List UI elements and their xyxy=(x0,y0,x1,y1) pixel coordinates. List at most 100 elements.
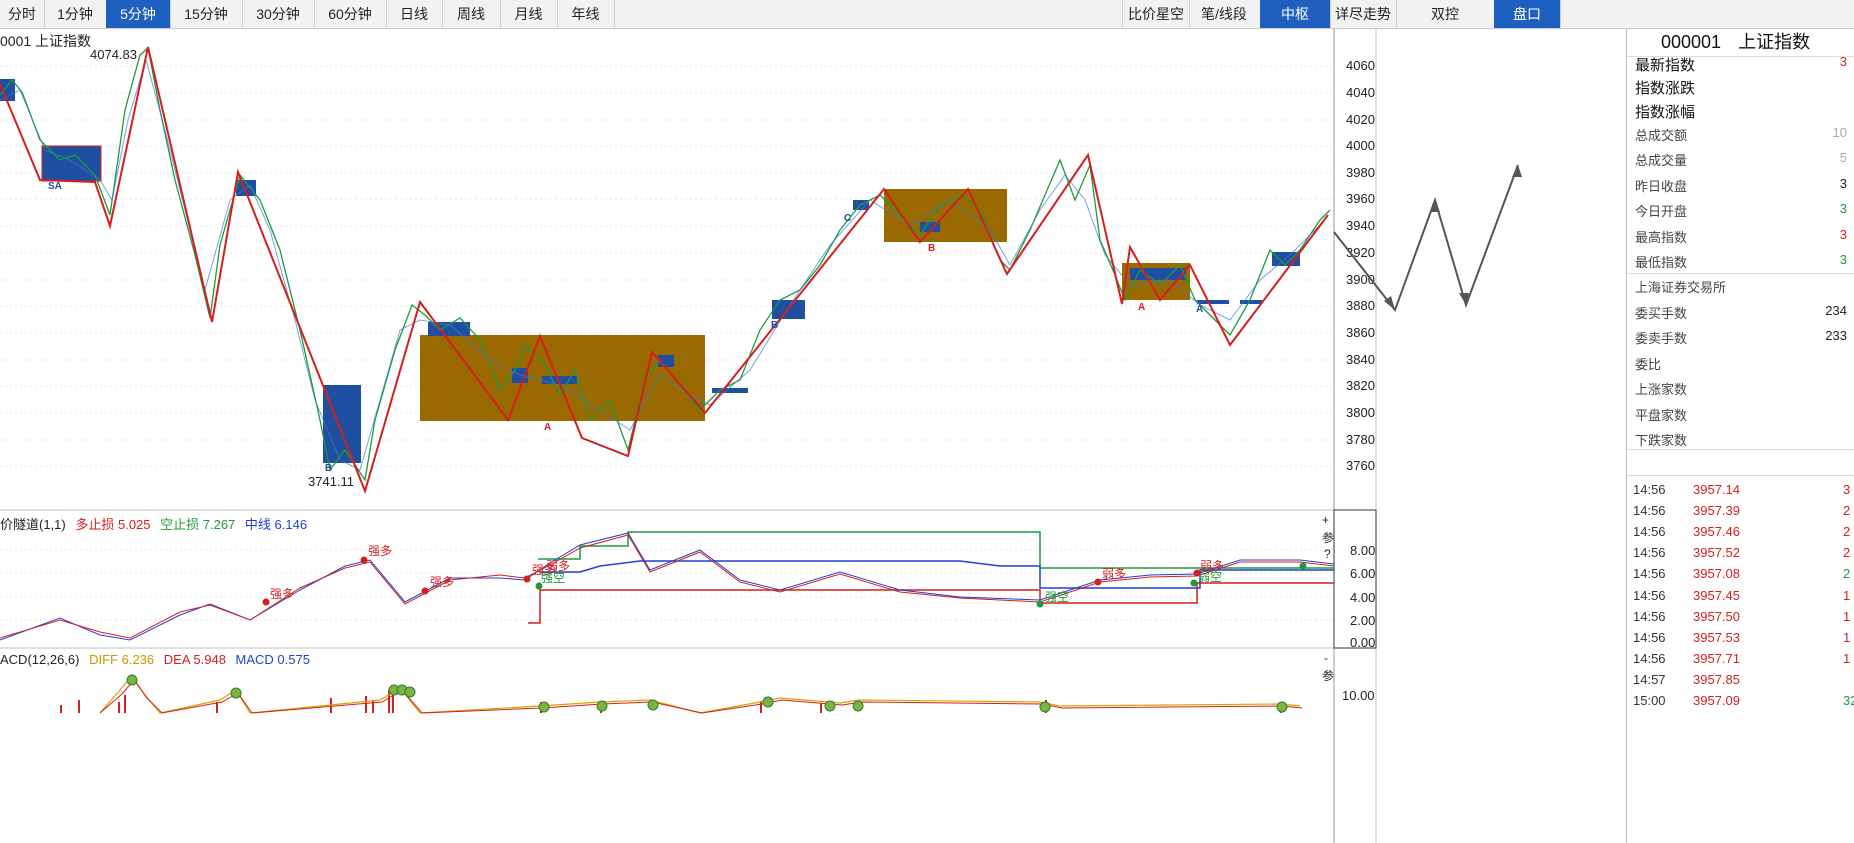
tick-row: 14:56 3957.14 3 xyxy=(1633,482,1851,497)
ind2-minus-button: - xyxy=(1324,651,1328,665)
tab-weekly[interactable]: 周线 xyxy=(442,0,501,28)
quote-row-prev-close: 昨日收盘 3 xyxy=(1635,176,1847,194)
exchange-name: 上海证券交易所 xyxy=(1635,280,1727,295)
tab-pankou[interactable]: 盘口 xyxy=(1494,0,1561,28)
ind1-plus-button: + xyxy=(1322,513,1329,527)
tab-bijia-xingkong[interactable]: 比价星空 xyxy=(1122,0,1190,28)
price-tick: 3840 xyxy=(1346,352,1375,367)
panel-divider xyxy=(1627,475,1854,476)
price-tick: 4020 xyxy=(1346,112,1375,127)
period-toolbar: 分时 1分钟 5分钟 15分钟 30分钟 60分钟 日线 周线 月线 年线 比价… xyxy=(0,0,1854,29)
macd-dea-line xyxy=(99,679,1303,714)
tab-15min[interactable]: 15分钟 xyxy=(170,0,243,28)
quote-title: 000001 上证指数 xyxy=(1627,29,1854,57)
tick-row: 14:56 3957.46 2 xyxy=(1633,524,1851,539)
mark-b: B xyxy=(325,463,332,474)
panel-divider xyxy=(1627,273,1854,274)
price-tick: 3860 xyxy=(1346,325,1375,340)
kline-chart-area[interactable]: 4060 4040 4020 4000 3980 3960 3940 3920 … xyxy=(0,29,1578,843)
tab-daily[interactable]: 日线 xyxy=(386,0,443,28)
ind2-diff: DIFF 6.236 xyxy=(89,652,155,667)
bsp-marks: SA B C B B A A A xyxy=(48,181,1203,474)
tunnel-dots xyxy=(262,556,1307,608)
stock-name: 上证指数 xyxy=(1738,32,1811,52)
tab-xiangjin-zoushi[interactable]: 详尽走势 xyxy=(1330,0,1397,28)
tag-strong-long: 强多 xyxy=(368,544,392,558)
tick-row: 14:56 3957.39 2 xyxy=(1633,503,1851,518)
quote-row-change-pct: 指数涨幅 xyxy=(1635,104,1696,121)
mark-c: C xyxy=(844,213,851,224)
panel-divider xyxy=(1627,449,1854,450)
tab-shuangkong[interactable]: 双控 xyxy=(1396,0,1495,28)
tab-fenshi[interactable]: 分时 xyxy=(0,0,45,28)
order-row-ask: 委卖手数 233 xyxy=(1635,328,1847,346)
quote-row-high: 最高指数 3 xyxy=(1635,227,1847,245)
tab-1min[interactable]: 1分钟 xyxy=(44,0,107,28)
price-tick: 3880 xyxy=(1346,298,1375,313)
indicator2-legend: ACD(12,26,6) DIFF 6.236 DEA 5.948 MACD 0… xyxy=(0,652,310,667)
price-tick: 4060 xyxy=(1346,58,1375,73)
tick-row: 14:57 3957.85 xyxy=(1633,672,1740,687)
ind1-param-button: 参 xyxy=(1322,530,1334,545)
tick-row: 15:003957.0932 xyxy=(1633,693,1854,708)
tag-weak-long: 弱多 xyxy=(1102,567,1126,581)
mark-sa: SA xyxy=(48,181,62,192)
tag-strong-short: 强空 xyxy=(541,571,565,585)
order-row-flat-count: 平盘家数 xyxy=(1635,408,1688,423)
tick-row: 14:56 3957.53 1 xyxy=(1633,630,1851,645)
ind1-tick: 2.00 xyxy=(1350,613,1375,628)
quote-row-latest: 最新指数 3 xyxy=(1635,54,1847,74)
tab-60min[interactable]: 60分钟 xyxy=(314,0,387,28)
tab-yearly[interactable]: 年线 xyxy=(557,0,615,28)
order-row-up-count: 上涨家数 xyxy=(1635,382,1688,397)
tab-monthly[interactable]: 月线 xyxy=(500,0,558,28)
tag-strong-short: 强空 xyxy=(1045,590,1069,604)
high-label: 4074.83 xyxy=(90,47,137,62)
ind1-tick: 4.00 xyxy=(1350,590,1375,605)
ind2-param-button: 参 xyxy=(1322,668,1334,683)
tag-strong-long: 强多 xyxy=(430,575,454,589)
sub-box xyxy=(323,385,361,463)
mark-a: A xyxy=(1138,302,1145,313)
price-tick: 4000 xyxy=(1346,138,1375,153)
indicator1-legend: 价隧道(1,1) 多止损 5.025 空止损 7.267 中线 6.146 xyxy=(0,514,307,533)
quote-row-volume: 总成交量 5 xyxy=(1635,150,1847,168)
tick-row: 14:56 3957.52 2 xyxy=(1633,545,1851,560)
ind1-line xyxy=(0,532,1335,641)
price-tick: 3780 xyxy=(1346,432,1375,447)
quote-row-change: 指数涨跌 xyxy=(1635,80,1696,97)
quote-row-open: 今日开盘 3 xyxy=(1635,201,1847,219)
mark-a: A xyxy=(1196,304,1203,315)
ind1-tick: 0.00 xyxy=(1350,635,1375,650)
stock-code: 000001 xyxy=(1661,32,1722,52)
quote-row-low: 最低指数 3 xyxy=(1635,252,1847,270)
price-tick: 3760 xyxy=(1346,458,1375,473)
price-tick: 3940 xyxy=(1346,218,1375,233)
mark-b: B xyxy=(771,320,778,331)
quote-panel: 000001 上证指数 最新指数 3 指数涨跌 指数涨幅 总成交额 10 总成交量 5… xyxy=(1626,29,1854,843)
order-row-down-count: 下跌家数 xyxy=(1635,433,1688,448)
connector-arrowheads xyxy=(1384,165,1522,310)
connector-arrows xyxy=(1333,164,1519,313)
ind2-dea: DEA 5.948 xyxy=(163,652,226,667)
price-tick: 3800 xyxy=(1346,405,1375,420)
mark-a: A xyxy=(544,422,551,433)
tick-row: 14:56 3957.71 1 xyxy=(1633,651,1851,666)
tab-5min[interactable]: 5分钟 xyxy=(106,0,171,28)
ind1-tick: 8.00 xyxy=(1350,543,1375,558)
ind1-tick: 6.00 xyxy=(1350,566,1375,581)
ind1-help-button: ? xyxy=(1324,547,1331,561)
macd-markers xyxy=(126,674,1288,713)
tab-zhongshu[interactable]: 中枢 xyxy=(1260,0,1331,28)
tab-bi-xianduan[interactable]: 笔/线段 xyxy=(1188,0,1261,28)
price-tick: 3960 xyxy=(1346,191,1375,206)
ind2-name: ACD(12,26,6) xyxy=(0,652,80,667)
tick-row: 14:56 3957.45 1 xyxy=(1633,588,1851,603)
tab-30min[interactable]: 30分钟 xyxy=(242,0,315,28)
price-tick: 4040 xyxy=(1346,85,1375,100)
tag-weak-long: 弱多 xyxy=(1200,559,1224,573)
ind1-mid: 中线 6.146 xyxy=(244,517,308,532)
order-row-bid: 委买手数 234 xyxy=(1635,303,1847,321)
order-row-ratio: 委比 xyxy=(1635,357,1662,372)
tunnel-tags: 强多 强多 强多 强多 弱多 强空 强空 弱多 弱空 弱多 xyxy=(270,544,1224,604)
